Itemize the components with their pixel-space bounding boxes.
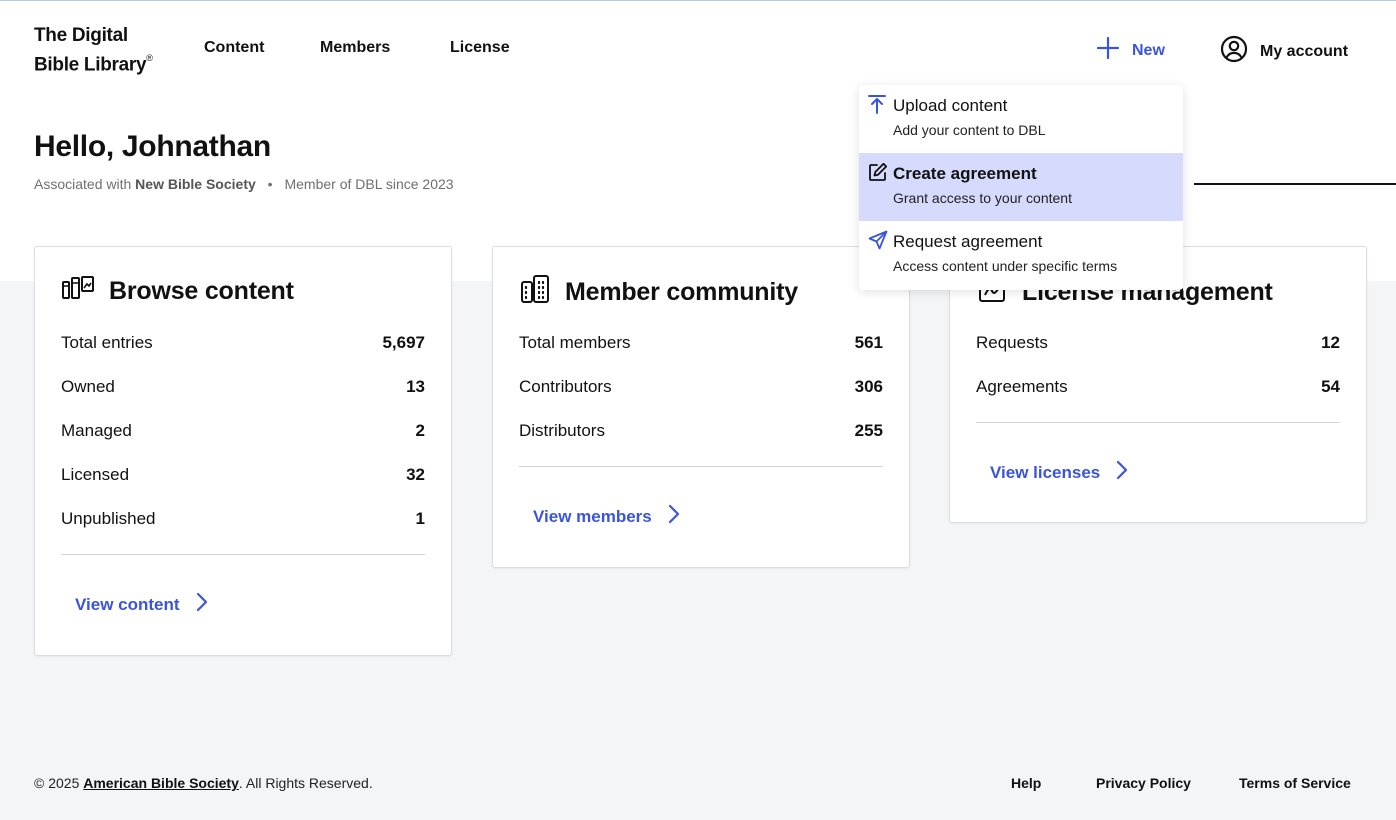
nav-content[interactable]: Content — [204, 38, 264, 58]
card-divider — [519, 466, 883, 467]
menu-item-request-agreement[interactable]: Request agreement Access content under s… — [859, 221, 1183, 289]
nav-license[interactable]: License — [450, 38, 510, 58]
browse-content-card: Browse content Total entries 5,697 Owned 1… — [34, 246, 452, 656]
footer-terms-link[interactable]: Terms of Service — [1239, 775, 1351, 791]
card-divider — [976, 422, 1340, 423]
copyright-prefix: © 2025 — [34, 775, 80, 791]
menu-item-subtitle: Grant access to your content — [893, 190, 1072, 206]
send-icon — [868, 230, 888, 255]
new-dropdown-menu: Upload content Add your content to DBL C… — [859, 85, 1183, 290]
my-account-button[interactable]: My account — [1220, 35, 1348, 68]
stat-value: 54 — [1321, 377, 1340, 396]
association-info: Associated with New Bible Society • Memb… — [34, 176, 454, 192]
view-licenses-label: View licenses — [990, 462, 1101, 482]
stat-label: Total members — [519, 333, 631, 352]
new-button[interactable]: New — [1096, 36, 1165, 65]
footer-help-link[interactable]: Help — [1011, 775, 1041, 791]
stat-row: Licensed 32 — [61, 465, 425, 485]
stat-value: 561 — [854, 333, 883, 352]
copyright: © 2025 American Bible Society. All Right… — [34, 775, 373, 791]
logo-line-2: Bible Library — [34, 54, 147, 76]
footer-privacy-link[interactable]: Privacy Policy — [1096, 775, 1191, 791]
menu-item-subtitle: Add your content to DBL — [893, 122, 1046, 138]
stat-value: 2 — [415, 421, 425, 440]
stat-label: Unpublished — [61, 509, 156, 528]
stat-label: Total entries — [61, 333, 153, 352]
stat-value: 12 — [1321, 333, 1340, 352]
org-name: New Bible Society — [135, 176, 256, 192]
nav-members[interactable]: Members — [320, 38, 390, 58]
stat-label: Requests — [976, 333, 1048, 352]
upload-icon — [868, 94, 886, 119]
new-button-label: New — [1132, 41, 1165, 59]
member-community-title: Member community — [519, 273, 798, 312]
stat-label: Contributors — [519, 377, 612, 396]
stat-row: Owned 13 — [61, 377, 425, 397]
member-since: Member of DBL since 2023 — [284, 176, 454, 192]
card-title-text: Browse content — [109, 277, 294, 305]
view-content-label: View content — [75, 594, 180, 614]
stat-value: 32 — [406, 465, 425, 484]
view-members-link[interactable]: View members — [533, 504, 680, 529]
logo[interactable]: The Digital Bible Library® — [34, 24, 153, 77]
stat-label: Licensed — [61, 465, 130, 484]
stat-label: Owned — [61, 377, 115, 396]
menu-item-title: Create agreement — [893, 164, 1037, 183]
stat-row: Managed 2 — [61, 421, 425, 441]
stat-row: Total entries 5,697 — [61, 333, 425, 353]
stat-value: 255 — [854, 421, 883, 440]
user-circle-icon — [1220, 35, 1248, 68]
logo-line-1: The Digital — [34, 25, 128, 46]
stat-value: 5,697 — [382, 333, 425, 352]
page-title: Hello, Johnathan — [34, 130, 271, 163]
card-title-text: Member community — [565, 278, 798, 306]
library-icon — [61, 273, 95, 310]
view-content-link[interactable]: View content — [75, 592, 208, 617]
assoc-prefix: Associated with — [34, 176, 132, 192]
view-members-label: View members — [533, 506, 652, 526]
stat-label: Managed — [61, 421, 132, 440]
menu-item-title: Request agreement — [893, 232, 1043, 251]
stat-value: 1 — [415, 509, 425, 528]
menu-item-create-agreement[interactable]: Create agreement Grant access to your co… — [859, 153, 1183, 221]
stat-label: Agreements — [976, 377, 1068, 396]
stat-row: Distributors 255 — [519, 421, 883, 441]
american-bible-society-link[interactable]: American Bible Society — [83, 775, 239, 791]
menu-item-subtitle: Access content under specific terms — [893, 258, 1118, 274]
browse-content-title: Browse content — [61, 273, 294, 310]
copyright-suffix: . All Rights Reserved. — [238, 775, 373, 791]
chevron-right-icon — [196, 592, 208, 617]
view-licenses-link[interactable]: View licenses — [990, 460, 1128, 485]
plus-icon — [1096, 36, 1120, 65]
stat-value: 306 — [854, 377, 883, 396]
stat-label: Distributors — [519, 421, 605, 440]
chevron-right-icon — [668, 504, 680, 529]
top-border — [0, 0, 1396, 1]
chevron-right-icon — [1116, 460, 1128, 485]
stat-row: Agreements 54 — [976, 377, 1340, 397]
edit-icon — [868, 162, 888, 187]
menu-item-title: Upload content — [893, 96, 1008, 115]
building-icon — [519, 273, 551, 312]
stat-row: Contributors 306 — [519, 377, 883, 397]
separator-dot: • — [267, 176, 273, 192]
menu-item-upload-content[interactable]: Upload content Add your content to DBL — [859, 85, 1183, 153]
my-account-label: My account — [1260, 42, 1349, 60]
member-community-card: Member community Total members 561 Contri… — [492, 246, 910, 568]
stat-row: Unpublished 1 — [61, 509, 425, 529]
registered-mark: ® — [146, 53, 153, 63]
decorative-line — [1194, 183, 1396, 185]
stat-row: Total members 561 — [519, 333, 883, 353]
card-divider — [61, 554, 425, 555]
stat-value: 13 — [406, 377, 425, 396]
stat-row: Requests 12 — [976, 333, 1340, 353]
